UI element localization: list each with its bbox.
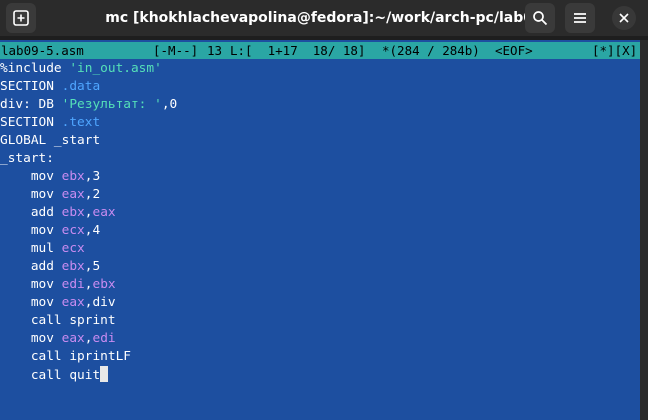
code-line: mov eax,edi xyxy=(0,331,116,346)
code-line: GLOBAL _start xyxy=(0,133,101,148)
code-line: mul ecx xyxy=(0,241,85,256)
code-line: add ebx,5 xyxy=(0,259,101,274)
close-window-button[interactable] xyxy=(612,6,636,30)
code-line: call sprint xyxy=(0,313,116,328)
window-titlebar: mc [khokhlachevapolina@fedora]:~/work/ar… xyxy=(0,0,648,36)
code-line: mov edi,ebx xyxy=(0,277,116,292)
code-line: %include 'in_out.asm' xyxy=(0,61,162,76)
status-line-info: L:[ 1+17 18/ 18] xyxy=(230,43,366,58)
code-line: mov eax,2 xyxy=(0,187,101,202)
terminal-scrollbar[interactable] xyxy=(640,40,648,420)
text-cursor xyxy=(100,366,109,382)
code-line: SECTION .data xyxy=(0,79,101,94)
code-line: call quit xyxy=(0,366,640,384)
code-line: _start: xyxy=(0,151,54,166)
status-mode: [-M--] xyxy=(153,43,199,58)
code-line: add ebx,eax xyxy=(0,205,116,220)
editor-status-bar: lab09-5.asm [-M--] 13 L:[ 1+17 18/ 18] *… xyxy=(0,42,640,59)
code-line: mov ebx,3 xyxy=(0,169,101,184)
code-line: div: DB 'Результат: ',0 xyxy=(0,97,178,112)
code-line: mov eax,div xyxy=(0,295,116,310)
code-area[interactable]: %include 'in_out.asm' SECTION .data div:… xyxy=(0,60,640,384)
status-eof: <EOF> xyxy=(495,43,533,58)
status-window-controls[interactable]: [*][X] xyxy=(592,42,637,59)
menu-button[interactable] xyxy=(565,3,595,33)
code-line: mov ecx,4 xyxy=(0,223,101,238)
status-column: 13 xyxy=(207,43,223,58)
search-button[interactable] xyxy=(525,3,555,33)
code-line: SECTION .text xyxy=(0,115,101,130)
terminal-editor[interactable]: lab09-5.asm [-M--] 13 L:[ 1+17 18/ 18] *… xyxy=(0,40,640,420)
code-line: call iprintLF xyxy=(0,349,131,364)
status-char-info: *(284 / 284b) xyxy=(382,43,480,58)
status-filename: lab09-5.asm xyxy=(1,43,84,58)
